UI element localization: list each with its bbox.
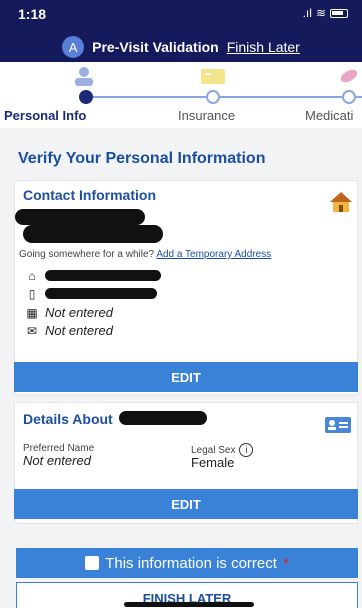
signal-icon: .ıl (302, 6, 312, 20)
email-row: ✉ Not entered (25, 323, 113, 338)
status-icons: .ıl ≋ (303, 6, 348, 20)
confirm-label: This information is correct (105, 554, 277, 572)
medication-icon (340, 69, 358, 83)
avatar[interactable]: A (62, 36, 85, 58)
preferred-name-value: Not entered (23, 453, 91, 468)
step-connector (86, 96, 206, 98)
details-card-title: Details About (23, 411, 113, 427)
edit-contact-button[interactable]: EDIT (14, 362, 358, 392)
home-indicator (124, 602, 254, 607)
confirm-checkbox[interactable] (85, 556, 100, 570)
email-icon: ✉ (26, 323, 38, 338)
contact-card-title: Contact Information (23, 187, 156, 203)
redacted-mobile-phone (45, 288, 157, 299)
edit-details-button[interactable]: EDIT (14, 489, 358, 519)
confirm-information-toggle[interactable]: This information is correct * (16, 548, 358, 578)
redacted-patient-name (119, 411, 207, 425)
redacted-address (23, 225, 163, 243)
section-title: Verify Your Personal Information (18, 150, 266, 167)
step-dot-personal-info[interactable] (79, 90, 93, 104)
office-building-icon: ▦ (26, 305, 38, 320)
id-card-icon (325, 417, 351, 433)
battery-icon (330, 8, 348, 18)
home-icon: ⌂ (28, 268, 36, 283)
step-dot-medications[interactable] (342, 90, 356, 104)
home-phone-row: ⌂ (25, 268, 161, 283)
wifi-icon: ≋ (315, 6, 326, 20)
details-title-text: Details About (23, 411, 113, 427)
step-label-insurance[interactable]: Insurance (178, 108, 235, 123)
person-icon (75, 67, 93, 86)
redacted-home-phone (45, 270, 161, 281)
finish-later-link[interactable]: Finish Later (227, 39, 300, 55)
legal-sex-label: Legal Sex (191, 444, 236, 456)
insurance-card-icon (201, 69, 225, 84)
temp-address-text: Going somewhere for a while? (19, 249, 155, 260)
house-icon (330, 192, 352, 212)
step-label-personal-info[interactable]: Personal Info (4, 108, 86, 123)
status-time: 1:18 (18, 6, 47, 22)
mobile-phone-row: ▯ (25, 286, 157, 301)
work-phone-value: Not entered (45, 305, 113, 320)
legal-sex-value: Female (191, 455, 235, 470)
required-mark: * (282, 554, 289, 572)
mobile-phone-icon: ▯ (28, 286, 36, 301)
progress-steps: Personal Info Insurance Medicati (0, 62, 362, 128)
info-icon[interactable]: i (239, 443, 254, 457)
step-label-medications[interactable]: Medicati (305, 108, 353, 123)
app-header: 1:18 .ıl ≋ A Pre-Visit Validation Finish… (0, 0, 362, 62)
page-title: Pre-Visit Validation (92, 39, 219, 55)
step-dot-insurance[interactable] (206, 90, 220, 104)
work-phone-row: ▦ Not entered (25, 305, 113, 320)
temp-address-prompt: Going somewhere for a while? Add a Tempo… (19, 249, 271, 260)
add-temp-address-link[interactable]: Add a Temporary Address (156, 249, 271, 260)
step-connector (220, 96, 362, 98)
redacted-name (15, 209, 145, 225)
email-value: Not entered (45, 323, 113, 338)
header-row: A Pre-Visit Validation Finish Later (0, 34, 362, 60)
